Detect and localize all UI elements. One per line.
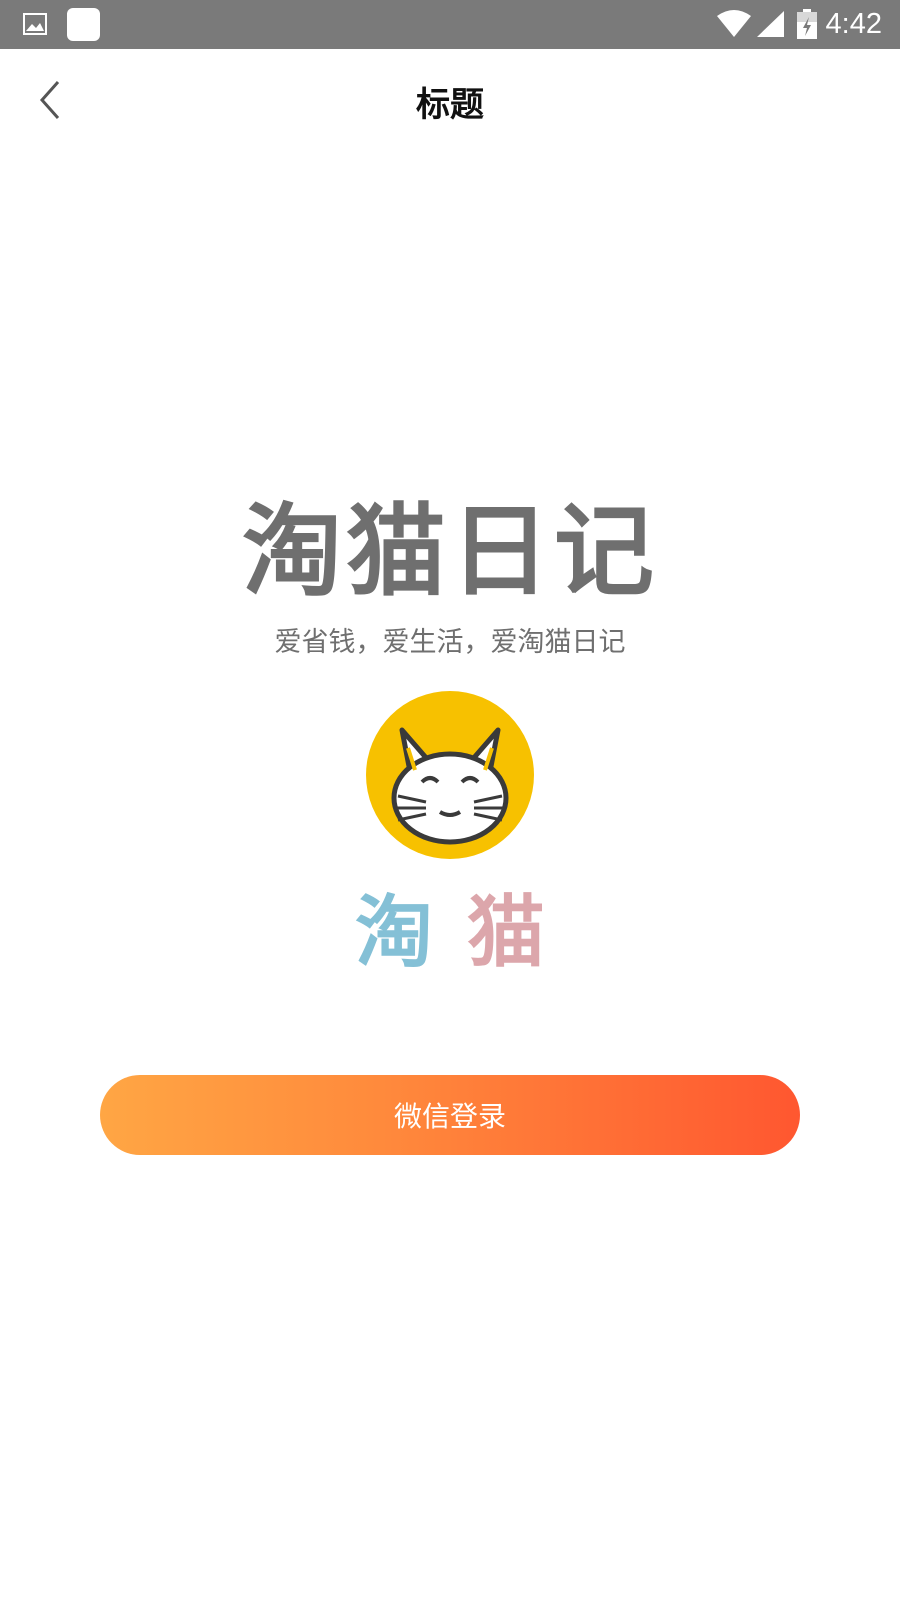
logo-char-mao: 猫 xyxy=(466,888,545,978)
brand-title: 淘猫日记 xyxy=(242,493,658,610)
brand-slogan: 爱省钱，爱生活，爱淘猫日记 xyxy=(274,627,626,658)
app-square-icon xyxy=(67,8,100,41)
logo-wordmark: 淘 猫 xyxy=(355,870,545,982)
signal-icon xyxy=(756,11,784,37)
image-icon xyxy=(23,13,47,35)
wechat-login-button[interactable]: 微信登录 xyxy=(100,1075,800,1155)
status-bar: 4:42 xyxy=(0,0,900,49)
status-icons: 4:42 xyxy=(716,6,882,42)
battery-icon xyxy=(796,9,817,39)
navigation-bar: 标题 xyxy=(0,49,900,149)
cat-face-icon xyxy=(366,691,534,859)
logo-char-tao: 淘 xyxy=(355,888,434,978)
cat-logo xyxy=(360,690,540,860)
page-title: 标题 xyxy=(416,85,484,125)
status-time: 4:42 xyxy=(825,7,882,40)
wifi-icon xyxy=(716,10,751,37)
